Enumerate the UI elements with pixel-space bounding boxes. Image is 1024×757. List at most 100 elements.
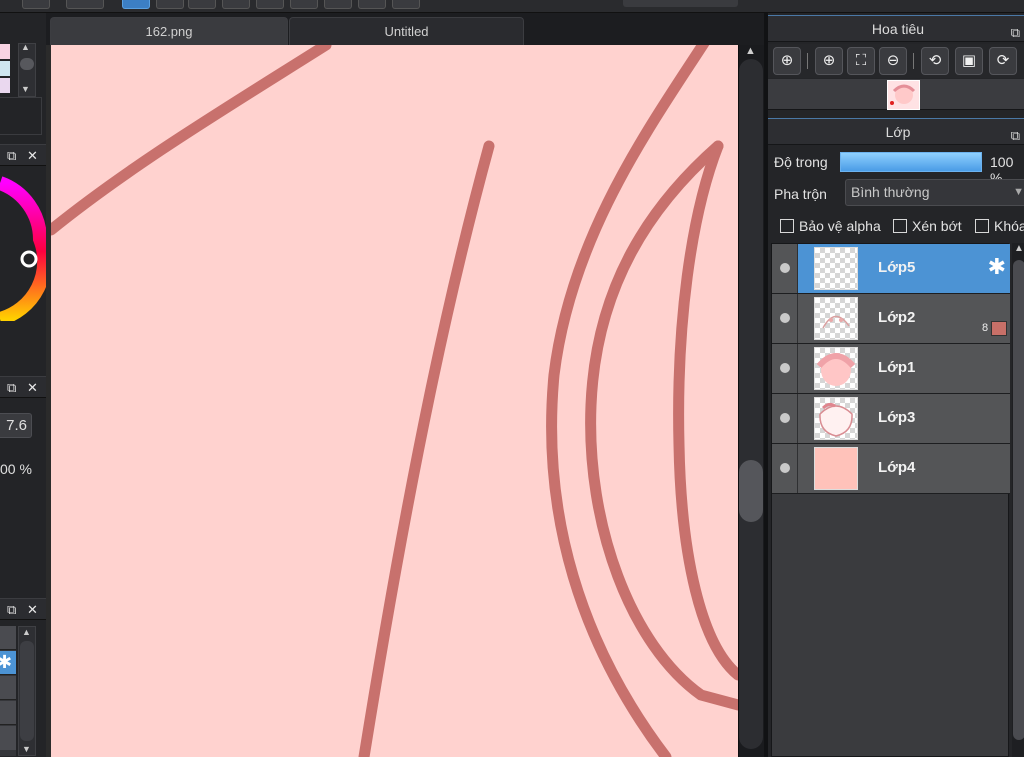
fill-tool-button[interactable] [324,0,352,9]
visibility-toggle[interactable] [772,294,798,343]
color-swatch[interactable] [0,78,10,93]
top-toolbar [0,0,1024,13]
navigator-panel-header: Hoa tiêu ⧉ [768,15,1024,42]
protect-alpha-checkbox[interactable] [780,219,794,233]
stroke-middle [358,140,495,757]
close-icon[interactable]: ✕ [27,602,38,618]
color-picker-handle[interactable] [20,250,38,268]
brush-size-value[interactable]: 7.6 [0,413,32,438]
zoom-in-icon[interactable]: ⊕ [815,47,843,75]
popout-icon[interactable]: ⧉ [1011,20,1020,46]
scroll-thumb[interactable] [20,58,34,70]
visibility-toggle[interactable] [772,344,798,393]
layer-thumbnail [814,447,858,490]
popout-icon[interactable]: ⧉ [7,148,16,164]
scroll-up-icon[interactable]: ▲ [22,627,31,637]
fit-screen-icon[interactable]: ⛶ [847,47,875,75]
rotate-left-icon[interactable]: ⟲ [921,47,949,75]
toolbar-button[interactable] [22,0,50,9]
chevron-down-icon: ▼ [1013,186,1024,198]
layer-row-lop4[interactable]: Lớp4 [772,444,1010,494]
scroll-thumb[interactable] [739,460,763,522]
eye-icon [780,413,790,423]
actual-size-icon[interactable]: ▣ [955,47,983,75]
lasso-tool-button[interactable] [290,0,318,9]
color-swatch[interactable] [0,44,10,59]
opacity-slider[interactable] [840,152,982,172]
character-thumbnail-image [890,84,916,105]
pencil-tool-button[interactable] [222,0,250,9]
rotate-right-icon[interactable]: ⟳ [989,47,1017,75]
layer-row-lop5[interactable]: Lớp5 ✱ [772,244,1010,294]
close-icon[interactable]: ✕ [27,148,38,164]
brush-tool-button[interactable] [122,0,150,9]
canvas-area [46,45,738,757]
scroll-up-icon[interactable]: ▲ [1014,243,1024,254]
move-tool-button[interactable] [358,0,386,9]
brush-list-scrollbar[interactable]: ▲ ▼ [18,626,36,756]
brush-item[interactable] [0,701,16,725]
scroll-up-icon[interactable]: ▲ [745,45,756,57]
clipping-checkbox[interactable] [893,219,907,233]
brush-list-panel-header: ⧉ ✕ [0,598,46,620]
close-icon[interactable]: ✕ [27,380,38,396]
line-art-thumbnail-image [819,402,853,437]
eye-icon [780,263,790,273]
lock-label: Khóa [994,218,1024,234]
blend-mode-value: Bình thường [851,184,930,200]
layer-list-scrollbar[interactable]: ▲ [1012,243,1024,757]
layer-row-lop1[interactable]: Lớp1 [772,344,1010,394]
clipping-count: 8 [982,322,989,334]
visibility-toggle[interactable] [772,444,798,493]
blend-mode-select[interactable]: Bình thường ▼ [845,179,1024,206]
brush-item[interactable] [0,626,16,650]
tab-untitled[interactable]: Untitled [289,17,524,45]
scroll-up-icon[interactable]: ▲ [21,42,30,52]
brush-item[interactable]: ✱ [0,651,16,675]
tab-162-png[interactable]: 162.png [50,17,288,45]
visibility-toggle[interactable] [772,244,798,293]
right-panel: Hoa tiêu ⧉ ⊕ ⊕ ⛶ ⊖ ⟲ ▣ ⟳ Lớp ⧉ Độ trong … [764,13,1024,757]
toolbar-field[interactable] [623,0,738,7]
scroll-down-icon[interactable]: ▼ [22,744,31,754]
left-panel: ▲ ▼ ⧉ ✕ ⧉ ✕ 7.6 00 % ⧉ ✕ ✱ ▲ ▼ [0,13,46,757]
layer-color-swatch[interactable] [991,321,1007,336]
gear-icon[interactable]: ✱ [988,256,1006,278]
swatch-scrollbar[interactable]: ▲ ▼ [18,42,36,97]
layer-row-lop2[interactable]: Lớp2 8 [772,294,1010,344]
navigator-title: Hoa tiêu [871,21,925,37]
popout-icon[interactable]: ⧉ [7,602,16,618]
layer-name: Lớp4 [878,459,916,476]
hatch-tool-button[interactable] [188,0,216,9]
lock-checkbox[interactable] [975,219,989,233]
settings-tool-button[interactable] [392,0,420,9]
layer-name: Lớp5 [878,259,916,276]
zoom-out-icon[interactable]: ⊖ [879,47,907,75]
brush-item[interactable] [0,726,16,750]
canvas-vertical-scrollbar[interactable]: ▲ [738,45,764,757]
zoom-fit-icon[interactable]: ⊕ [773,47,801,75]
clipping-label: Xén bớt [912,218,962,234]
color-wheel[interactable] [0,171,46,321]
navigator-preview[interactable] [768,79,1024,110]
toolbar-button[interactable] [66,0,104,9]
navigator-thumbnail[interactable] [887,80,920,110]
color-swatch[interactable] [0,61,10,76]
scroll-track[interactable] [739,59,763,749]
scroll-down-icon[interactable]: ▼ [21,84,30,94]
scroll-thumb[interactable] [1013,260,1024,740]
separator [807,53,808,69]
canvas-strokes [51,45,738,757]
gear-icon[interactable]: ✱ [0,652,12,673]
popout-icon[interactable]: ⧉ [7,380,16,396]
popout-icon[interactable]: ⧉ [1011,123,1020,149]
stroke-inner-edge [673,140,738,681]
layer-row-lop3[interactable]: Lớp3 [772,394,1010,444]
pen-tool-button[interactable] [156,0,184,9]
scroll-thumb[interactable] [20,641,34,741]
separator [913,53,914,69]
select-tool-button[interactable] [256,0,284,9]
brush-item[interactable] [0,676,16,700]
drawing-canvas[interactable] [51,45,738,757]
visibility-toggle[interactable] [772,394,798,443]
